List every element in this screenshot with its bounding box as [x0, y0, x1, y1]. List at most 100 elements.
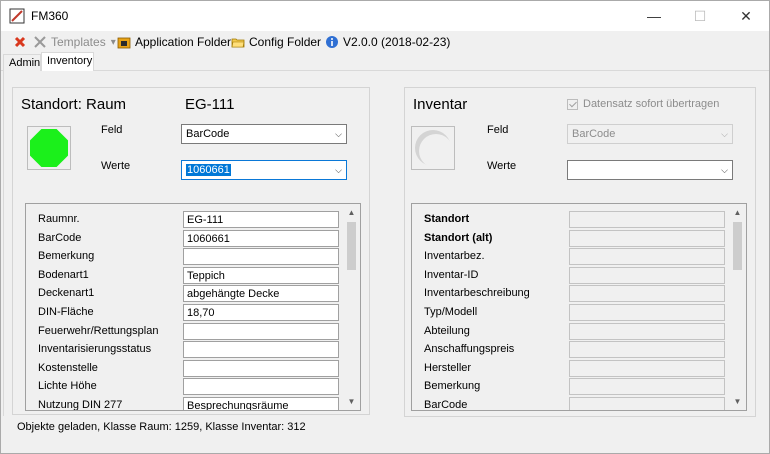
property-value[interactable]: Teppich [183, 266, 339, 284]
property-row: Bemerkung [26, 247, 360, 266]
property-row: Feuerwehr/Rettungsplan [26, 322, 360, 340]
property-row: Standort [412, 210, 746, 228]
delete-button[interactable] [13, 33, 31, 51]
property-value[interactable] [569, 341, 725, 359]
property-value[interactable] [183, 322, 339, 340]
application-folder-label: Application Folder [135, 35, 232, 49]
location-properties-list[interactable]: Nutzung DIN 277 Besprechungsräume Lichte H… [25, 203, 361, 411]
location-status-indicator [27, 126, 71, 170]
property-value[interactable] [569, 266, 725, 284]
property-value[interactable] [569, 304, 725, 321]
tab-admin[interactable]: Admin [3, 54, 41, 72]
minimize-button[interactable]: — [631, 1, 677, 31]
feld-select[interactable]: BarCode ⌵ [181, 124, 347, 144]
property-value[interactable] [183, 248, 339, 266]
property-row: Nutzung DIN 277 Besprechungsräume [26, 396, 360, 411]
property-label: Raumnr. [38, 213, 80, 225]
chevron-down-icon: ⌵ [335, 129, 342, 139]
property-value[interactable] [569, 229, 725, 247]
inventory-feld-select[interactable]: BarCode ⌵ [567, 124, 733, 144]
property-label: DIN-Fläche [38, 306, 94, 318]
maximize-button[interactable]: ☐ [677, 1, 723, 31]
property-row: Standort (alt) [412, 229, 746, 247]
werte-label: Werte [101, 160, 131, 172]
property-value[interactable]: abgehängte Decke [183, 285, 339, 303]
tools-icon [34, 36, 46, 48]
feld-label: Feld [487, 124, 509, 136]
property-label: Inventarisierungsstatus [38, 343, 152, 356]
property-label: Nutzung DIN 277 [38, 399, 123, 411]
property-value[interactable] [183, 359, 339, 377]
status-empty-icon [415, 130, 453, 168]
property-row: DIN-Fläche 18,70 [26, 303, 360, 321]
property-label: Typ/Modell [424, 306, 478, 318]
config-folder-button[interactable]: Config Folder [231, 33, 321, 51]
inventory-properties-list[interactable]: BarCode Bemerkung Hersteller Anschaffungspr… [411, 203, 747, 411]
property-label: Deckenart1 [38, 287, 95, 300]
scroll-down-icon[interactable]: ▼ [729, 393, 746, 410]
location-panel: Standort: Raum EG-111 Feld BarCode ⌵ Wer… [12, 87, 370, 415]
werte-select-value: 1060661 [186, 164, 231, 176]
property-label: Standort [424, 213, 470, 225]
property-value[interactable] [183, 341, 339, 359]
tab-inventory[interactable]: Inventory [41, 52, 94, 72]
scrollbar-thumb[interactable] [347, 222, 356, 270]
property-value[interactable] [569, 211, 725, 228]
chevron-down-icon: ⌵ [721, 129, 728, 139]
property-value[interactable]: 18,70 [183, 304, 339, 321]
application-folder-button[interactable]: Application Folder [117, 33, 231, 51]
werte-label: Werte [487, 160, 517, 172]
property-value[interactable] [569, 285, 725, 303]
location-title: Standort: Raum [21, 96, 127, 113]
config-folder-label: Config Folder [249, 35, 322, 49]
scrollbar-thumb[interactable] [733, 222, 742, 270]
toolbar: Templates ▾ Application Folder Config Fo… [1, 31, 769, 53]
location-properties-scrollbar[interactable]: ▲ ▼ [343, 204, 360, 410]
property-row: BarCode 1060661 [26, 229, 360, 247]
property-value[interactable]: EG-111 [183, 211, 339, 228]
property-row: Anschaffungspreis [412, 340, 746, 359]
property-label: Inventarbeschreibung [424, 287, 530, 300]
scroll-down-icon[interactable]: ▼ [343, 393, 360, 410]
property-value[interactable] [569, 322, 725, 340]
property-label: Lichte Höhe [38, 380, 97, 393]
close-button[interactable]: ✕ [723, 1, 769, 31]
property-value[interactable] [569, 378, 725, 396]
inventory-werte-select[interactable]: ⌵ [567, 160, 733, 180]
scroll-up-icon[interactable]: ▲ [343, 204, 360, 221]
property-row: Bemerkung [412, 377, 746, 396]
property-row: Hersteller [412, 359, 746, 377]
property-row: Inventar-ID [412, 266, 746, 284]
property-value[interactable] [569, 359, 725, 377]
property-label: Standort (alt) [424, 231, 493, 244]
property-value[interactable]: 1060661 [183, 229, 339, 247]
templates-label: Templates [51, 35, 106, 49]
feld-label: Feld [101, 124, 123, 136]
property-label: Kostenstelle [38, 361, 98, 374]
werte-select[interactable]: 1060661 ⌵ [181, 160, 347, 180]
property-label: Inventar-ID [424, 268, 479, 281]
property-row: Deckenart1 abgehängte Decke [26, 284, 360, 303]
property-value[interactable]: Besprechungsräume [183, 397, 339, 410]
version-info-button[interactable]: V2.0.0 (2018-02-23) [325, 33, 450, 51]
property-row: Kostenstelle [26, 359, 360, 377]
folder-icon [117, 37, 131, 49]
delete-icon [14, 36, 26, 48]
main-window: FM360 — ☐ ✕ Templates ▾ Application Fold… [0, 0, 770, 454]
property-label: Feuerwehr/Rettungsplan [38, 324, 159, 337]
feld-select-value: BarCode [186, 128, 230, 140]
inventory-status-indicator [411, 126, 455, 170]
property-value[interactable] [569, 248, 725, 266]
property-row: Inventarbeschreibung [412, 284, 746, 303]
property-value[interactable] [569, 397, 725, 410]
property-label: Abteilung [424, 324, 470, 337]
scroll-up-icon[interactable]: ▲ [729, 204, 746, 221]
templates-button[interactable]: Templates ▾ [33, 33, 116, 51]
info-icon [326, 36, 338, 48]
version-label: V2.0.0 (2018-02-23) [343, 35, 451, 49]
app-icon [9, 8, 25, 24]
transfer-immediately-checkbox[interactable] [567, 99, 578, 110]
property-value[interactable] [183, 378, 339, 396]
inventory-properties-scrollbar[interactable]: ▲ ▼ [729, 204, 746, 410]
property-row: Lichte Höhe [26, 377, 360, 396]
